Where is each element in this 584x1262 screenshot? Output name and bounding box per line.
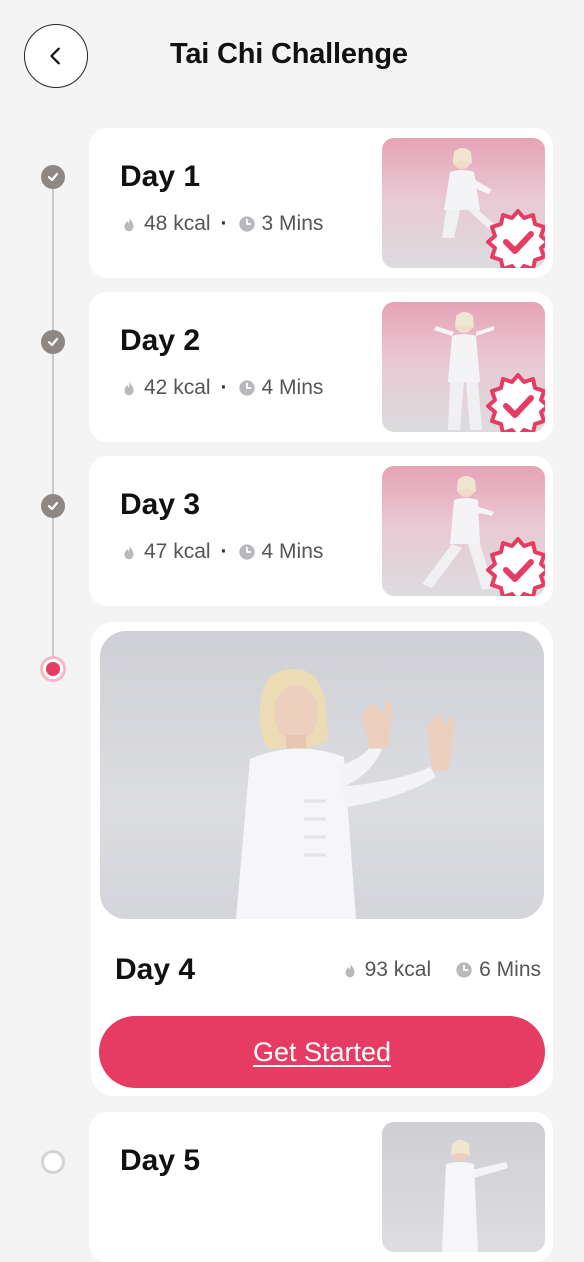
day-title: Day 5 <box>120 1144 201 1177</box>
day-card-5[interactable]: Day 5 <box>89 1112 553 1262</box>
timeline-line-completed <box>52 188 54 666</box>
completed-badge-icon <box>486 537 545 596</box>
kcal-value: 47 kcal <box>144 540 211 563</box>
back-button[interactable] <box>24 24 88 88</box>
flame-icon <box>345 962 355 978</box>
get-started-button[interactable]: Get Started <box>99 1016 545 1088</box>
day-thumbnail <box>382 302 545 432</box>
kcal-value: 93 kcal <box>364 958 432 981</box>
timeline-dot-current-day-4 <box>40 656 66 682</box>
clock-icon <box>456 962 472 978</box>
day-meta: 42 kcal · 4 Mins <box>120 376 323 400</box>
day-card-1[interactable]: Day 1 48 kcal · 3 Mins <box>89 128 553 278</box>
day-card-2[interactable]: Day 2 42 kcal · 4 Mins <box>89 292 553 442</box>
kcal-value: 42 kcal <box>144 376 211 399</box>
header: Tai Chi Challenge <box>0 0 584 112</box>
clock-icon <box>238 544 255 560</box>
duration-value: 3 Mins <box>261 212 324 235</box>
completed-badge-icon <box>486 373 545 432</box>
day-thumbnail <box>382 466 545 596</box>
flame-icon <box>124 544 134 560</box>
clock-icon <box>238 380 255 396</box>
timeline-dot-completed-day-3 <box>41 494 65 518</box>
day-title: Day 2 <box>120 324 201 357</box>
duration-value: 6 Mins <box>479 958 541 981</box>
meta-separator: · <box>220 212 228 235</box>
checkmark-icon <box>47 337 59 347</box>
completed-badge-icon <box>486 209 545 268</box>
flame-icon <box>124 380 134 396</box>
day-thumbnail <box>382 138 545 268</box>
day-title: Day 3 <box>120 488 201 521</box>
day-thumbnail <box>382 1122 545 1252</box>
day-title: Day 1 <box>120 160 201 193</box>
day-title: Day 4 <box>115 953 196 986</box>
day-meta: 48 kcal · 3 Mins <box>120 212 323 236</box>
meta-separator: · <box>220 376 228 399</box>
flame-icon <box>124 216 134 232</box>
chevron-left-icon <box>50 47 60 65</box>
timeline-dot-upcoming-day-5 <box>41 1150 65 1174</box>
day-hero-image <box>100 631 544 919</box>
checkmark-icon <box>47 501 59 511</box>
timeline-dot-completed-day-1 <box>41 165 65 189</box>
page-title: Tai Chi Challenge <box>170 38 408 70</box>
clock-icon <box>238 216 255 232</box>
day-card-3[interactable]: Day 3 47 kcal · 4 Mins <box>89 456 553 606</box>
day-meta: 47 kcal · 4 Mins <box>120 540 323 564</box>
kcal-value: 48 kcal <box>144 212 211 235</box>
timeline-dot-completed-day-2 <box>41 330 65 354</box>
checkmark-icon <box>47 172 59 182</box>
duration-value: 4 Mins <box>261 376 324 399</box>
duration-value: 4 Mins <box>261 540 324 563</box>
day-card-4-current[interactable]: Day 4 93 kcal 6 Mins Get Started <box>91 622 553 1096</box>
meta-separator: · <box>220 540 228 563</box>
day-meta: 93 kcal 6 Mins <box>341 958 541 982</box>
